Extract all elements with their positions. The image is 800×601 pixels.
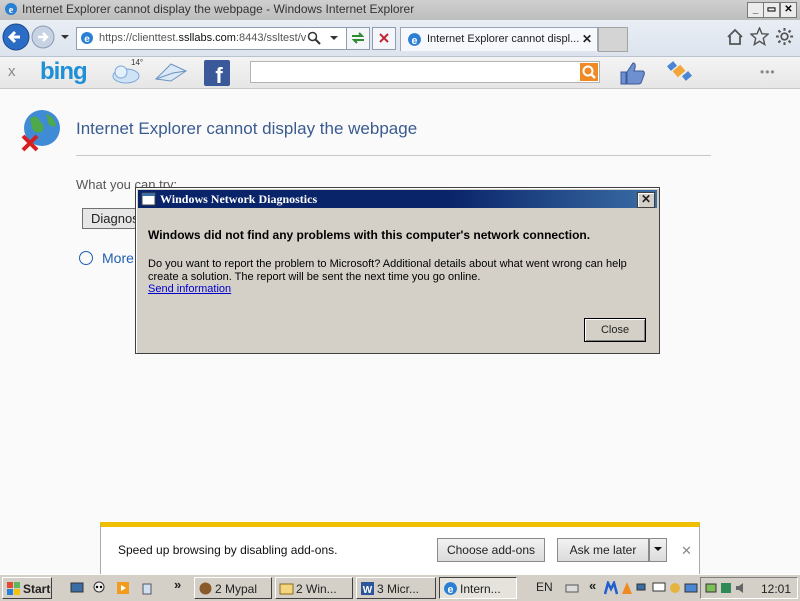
dialog-app-icon [141, 192, 156, 206]
addons-notification-bar: Speed up browsing by disabling add-ons. … [100, 522, 700, 576]
volume-icon[interactable] [734, 581, 748, 595]
stop-button[interactable] [372, 27, 396, 50]
recycle-bin-icon[interactable] [140, 581, 154, 595]
favorites-star-icon[interactable] [750, 27, 769, 46]
keyboard-icon[interactable] [565, 581, 579, 595]
clock[interactable]: 12:01 [761, 582, 791, 596]
media-player-icon[interactable] [116, 581, 130, 595]
address-bar[interactable]: e https://clienttest.ssllabs.com:8443/ss… [76, 27, 348, 50]
show-desktop-icon[interactable] [70, 581, 84, 595]
bing-search-button[interactable] [580, 63, 598, 81]
svg-text:f: f [215, 63, 223, 86]
notification-close-button[interactable]: ✕ [681, 543, 692, 559]
malwarebytes-icon[interactable] [604, 581, 618, 595]
dialog-close-button[interactable]: Close [584, 318, 646, 342]
choose-addons-button[interactable]: Choose add-ons [437, 538, 545, 562]
minimize-button[interactable]: _ [747, 2, 764, 18]
send-information-link[interactable]: Send information [148, 283, 231, 295]
ask-later-dropdown-button[interactable] [649, 538, 667, 562]
svg-text:W: W [363, 585, 373, 596]
refresh-button[interactable] [346, 27, 370, 50]
bing-logo[interactable]: bing [40, 58, 88, 86]
network-diagnostics-dialog: Windows Network Diagnostics ✕ Windows di… [135, 187, 660, 354]
bing-toolbar: x bing 14° f ••• [0, 57, 800, 89]
svg-text:e: e [9, 5, 14, 16]
toolbar-close-button[interactable]: x [8, 63, 16, 80]
taskbar-item-word[interactable]: W3 Micr... [356, 577, 436, 599]
taskbar-item-internet-explorer[interactable]: e Intern... [439, 577, 517, 599]
forward-button[interactable] [31, 25, 55, 49]
language-indicator[interactable]: EN [536, 580, 553, 594]
taskbar-item-windows[interactable]: 2 Win... [275, 577, 353, 599]
home-icon[interactable] [726, 28, 744, 46]
tray-chevron[interactable]: « [589, 578, 596, 593]
address-dropdown-icon[interactable] [329, 33, 339, 43]
dialog-body-text: Do you want to report the problem to Mic… [148, 258, 627, 283]
facebook-like-icon[interactable] [617, 60, 647, 86]
safely-remove-icon[interactable] [704, 581, 718, 595]
globe-error-icon [21, 110, 60, 152]
svg-text:e: e [448, 584, 454, 596]
tab-close-button[interactable]: ✕ [582, 32, 592, 46]
back-button[interactable] [2, 23, 30, 51]
network-icon[interactable] [636, 581, 650, 595]
ie-logo-icon: e [5, 3, 17, 16]
ask-me-later-button[interactable]: Ask me later [557, 538, 649, 562]
search-icon [582, 65, 596, 79]
sync-icon[interactable] [668, 581, 682, 595]
monitor-icon[interactable] [652, 581, 666, 595]
maximize-button[interactable]: ▭ [763, 2, 780, 18]
taskbar-item-mypal[interactable]: 2 Mypal [194, 577, 272, 599]
tab-ie-icon: e [408, 33, 421, 47]
security-icon[interactable] [719, 581, 733, 595]
system-tray: 12:01 [700, 577, 798, 599]
close-window-button[interactable]: ✕ [780, 2, 797, 18]
title-divider [76, 155, 711, 156]
svg-text:e: e [412, 35, 418, 47]
taskbar: Start » 2 Mypal 2 Win... W3 Micr... e Int… [0, 574, 800, 601]
bing-search-input[interactable] [250, 61, 600, 83]
chevron-down-icon [654, 547, 662, 551]
skull-icon[interactable] [92, 581, 106, 595]
windows-flag-icon [7, 582, 20, 595]
quicklaunch-chevron[interactable]: » [174, 577, 181, 592]
ie-taskbar-icon: e [444, 582, 457, 596]
tab-current[interactable]: e Internet Explorer cannot displ... ✕ [400, 27, 598, 51]
tools-gear-icon[interactable] [775, 27, 794, 46]
vlc-icon[interactable] [620, 581, 634, 595]
notification-message: Speed up browsing by disabling add-ons. [118, 543, 338, 557]
page-ie-icon: e [81, 32, 93, 45]
weather-temp: 14° [131, 58, 144, 67]
new-tab-button[interactable] [598, 27, 628, 52]
dialog-close-icon[interactable]: ✕ [637, 192, 655, 208]
expand-chevron-icon[interactable] [79, 251, 93, 265]
bing-more-button[interactable]: ••• [760, 65, 776, 79]
display-icon[interactable] [684, 581, 698, 595]
window-title: Internet Explorer cannot display the web… [22, 2, 415, 16]
satellite-icon[interactable] [666, 59, 694, 85]
refresh-icon [351, 32, 365, 44]
word-icon: W [361, 582, 374, 596]
svg-text:e: e [84, 34, 90, 45]
mypal-icon [199, 582, 212, 595]
window-titlebar[interactable]: e Internet Explorer cannot display the w… [0, 0, 800, 21]
dialog-title: Windows Network Diagnostics [160, 192, 318, 206]
recent-pages-dropdown-icon[interactable] [60, 32, 70, 42]
start-label: Start [23, 582, 51, 596]
page-title: Internet Explorer cannot display the web… [76, 119, 418, 138]
dialog-heading: Windows did not find any problems with t… [148, 228, 591, 242]
address-search-icon[interactable] [307, 31, 321, 45]
stop-icon [379, 33, 389, 43]
start-button[interactable]: Start [2, 577, 52, 599]
tab-label: Internet Explorer cannot displ... [427, 33, 580, 45]
address-url: https://clienttest.ssllabs.com:8443/sslt… [99, 32, 307, 44]
folder-icon [279, 583, 294, 595]
navigation-bar: e https://clienttest.ssllabs.com:8443/ss… [0, 20, 800, 57]
mail-envelope-icon[interactable] [153, 61, 189, 83]
facebook-icon[interactable]: f [204, 60, 230, 86]
dialog-titlebar[interactable]: Windows Network Diagnostics ✕ [138, 190, 657, 208]
